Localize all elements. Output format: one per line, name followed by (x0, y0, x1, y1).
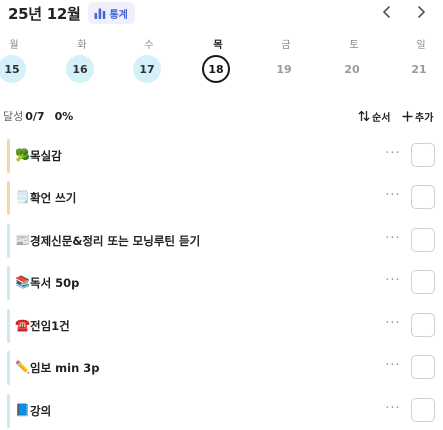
task-row[interactable]: 📚 독서 50p ··· (7, 266, 443, 300)
achievement: 달성 0/7 0% (3, 108, 73, 124)
task-emoji-icon: 📘 (15, 403, 30, 417)
achievement-percent: 0% (54, 109, 74, 123)
day-sun[interactable]: 일 21 (401, 34, 441, 90)
date-circle[interactable]: 20 (338, 55, 366, 83)
stats-label: 통계 (109, 9, 128, 21)
more-options-icon[interactable]: ··· (383, 400, 403, 420)
task-emoji-icon: 📰 (15, 233, 30, 247)
month-title[interactable]: 25년 12월 (8, 3, 81, 24)
date-circle[interactable]: 16 (66, 55, 94, 83)
add-label: 추가 (415, 112, 434, 124)
task-color-bar (7, 139, 10, 173)
day-mon[interactable]: 월 15 (0, 34, 34, 90)
week-nav (377, 2, 431, 22)
task-label: 전임1건 (30, 319, 70, 333)
task-emoji-icon: 🗒️ (15, 190, 30, 204)
date-circle[interactable]: 21 (405, 55, 433, 83)
more-options-icon[interactable]: ··· (383, 272, 403, 292)
weekday-label: 수 (144, 40, 154, 51)
weekday-label: 토 (349, 40, 359, 51)
task-emoji-icon: 🥦 (15, 148, 30, 162)
task-checkbox[interactable] (411, 228, 435, 252)
more-options-icon[interactable]: ··· (383, 187, 403, 207)
task-row[interactable]: 📘 강의 ··· (7, 394, 443, 428)
more-options-icon[interactable]: ··· (383, 315, 403, 335)
weekday-label: 금 (281, 40, 291, 51)
plus-icon (402, 107, 413, 126)
weekday-label: 일 (416, 40, 426, 51)
more-options-icon[interactable]: ··· (383, 145, 403, 165)
task-checkbox[interactable] (411, 313, 435, 337)
more-options-icon[interactable]: ··· (383, 230, 403, 250)
order-button[interactable]: 순서 (358, 106, 390, 126)
order-label: 순서 (372, 112, 391, 124)
day-fri[interactable]: 금 19 (266, 34, 306, 90)
task-label: 확언 쓰기 (30, 191, 77, 205)
date-circle[interactable]: 17 (133, 55, 161, 83)
task-row[interactable]: 📰 경제신문&정리 또는 모닝루틴 듣기 ··· (7, 224, 443, 258)
task-row[interactable]: 🗒️ 확언 쓰기 ··· (7, 181, 443, 215)
weekday-label: 화 (77, 40, 87, 51)
task-color-bar (7, 309, 10, 343)
date-circle[interactable]: 15 (0, 55, 26, 83)
task-label: 독서 50p (30, 276, 80, 290)
task-color-bar (7, 394, 10, 428)
summary-bar: 달성 0/7 0% 순서 추가 (0, 106, 443, 126)
task-row[interactable]: ☎️ 전임1건 ··· (7, 309, 443, 343)
task-row[interactable]: ✏️ 임보 min 3p ··· (7, 351, 443, 385)
achievement-label: 달성 (3, 110, 24, 123)
more-options-icon[interactable]: ··· (383, 357, 403, 377)
task-checkbox[interactable] (411, 185, 435, 209)
sort-icon (358, 107, 370, 126)
add-button[interactable]: 추가 (402, 106, 433, 126)
task-emoji-icon: 📚 (15, 275, 30, 289)
task-color-bar (7, 351, 10, 385)
task-emoji-icon: ✏️ (15, 360, 30, 374)
week-strip: 월 15 화 16 수 17 목 18 금 19 토 20 일 21 (0, 34, 443, 90)
task-label: 임보 min 3p (30, 361, 100, 375)
task-color-bar (7, 181, 10, 215)
task-label: 강의 (30, 404, 52, 418)
chevron-right-icon (416, 3, 426, 22)
weekday-label: 목 (213, 40, 223, 51)
next-week-button[interactable] (411, 2, 431, 22)
bar-chart-icon (94, 8, 106, 19)
prev-week-button[interactable] (377, 2, 397, 22)
task-color-bar (7, 224, 10, 258)
weekday-label: 월 (9, 40, 19, 51)
task-row[interactable]: 🥦 목실감 ··· (7, 139, 443, 173)
date-circle-today[interactable]: 18 (202, 55, 230, 83)
date-circle[interactable]: 19 (270, 55, 298, 83)
task-color-bar (7, 266, 10, 300)
task-label: 목실감 (30, 149, 62, 163)
task-label: 경제신문&정리 또는 모닝루틴 듣기 (30, 234, 201, 248)
task-checkbox[interactable] (411, 355, 435, 379)
task-checkbox[interactable] (411, 143, 435, 167)
task-checkbox[interactable] (411, 398, 435, 422)
day-thu[interactable]: 목 18 (198, 34, 238, 90)
task-emoji-icon: ☎️ (15, 318, 30, 332)
day-wed[interactable]: 수 17 (129, 34, 169, 90)
day-sat[interactable]: 토 20 (334, 34, 374, 90)
chevron-left-icon (382, 3, 392, 22)
achievement-count: 0/7 (25, 109, 45, 123)
stats-button[interactable]: 통계 (88, 2, 135, 24)
task-checkbox[interactable] (411, 270, 435, 294)
day-tue[interactable]: 화 16 (62, 34, 102, 90)
